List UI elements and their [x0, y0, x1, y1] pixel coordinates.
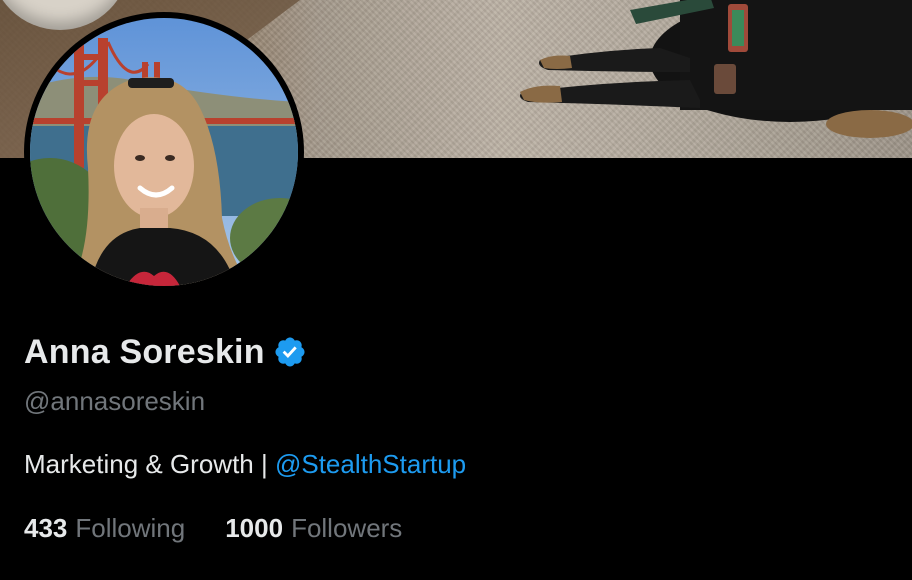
avatar[interactable]: [30, 18, 298, 286]
profile-handle: @annasoreskin: [24, 386, 206, 416]
following-count: 433: [24, 513, 68, 543]
bio-mention-link[interactable]: @StealthStartup: [275, 449, 466, 479]
bio-text: Marketing & Growth |: [24, 449, 275, 479]
display-name: Anna Soreskin: [24, 332, 265, 371]
avatar-photo: [30, 18, 298, 286]
following-stat-link[interactable]: 433 Following: [24, 513, 185, 544]
followers-label: Followers: [291, 513, 403, 543]
verified-badge-icon[interactable]: [273, 335, 307, 369]
profile-name-row: Anna Soreskin: [24, 330, 307, 374]
followers-count: 1000: [225, 513, 284, 543]
followers-stat-link[interactable]: 1000 Followers: [225, 513, 402, 544]
following-label: Following: [75, 513, 186, 543]
profile-stats: 433 Following 1000 Followers: [24, 513, 402, 544]
profile-bio: Marketing & Growth | @StealthStartup: [24, 449, 466, 480]
